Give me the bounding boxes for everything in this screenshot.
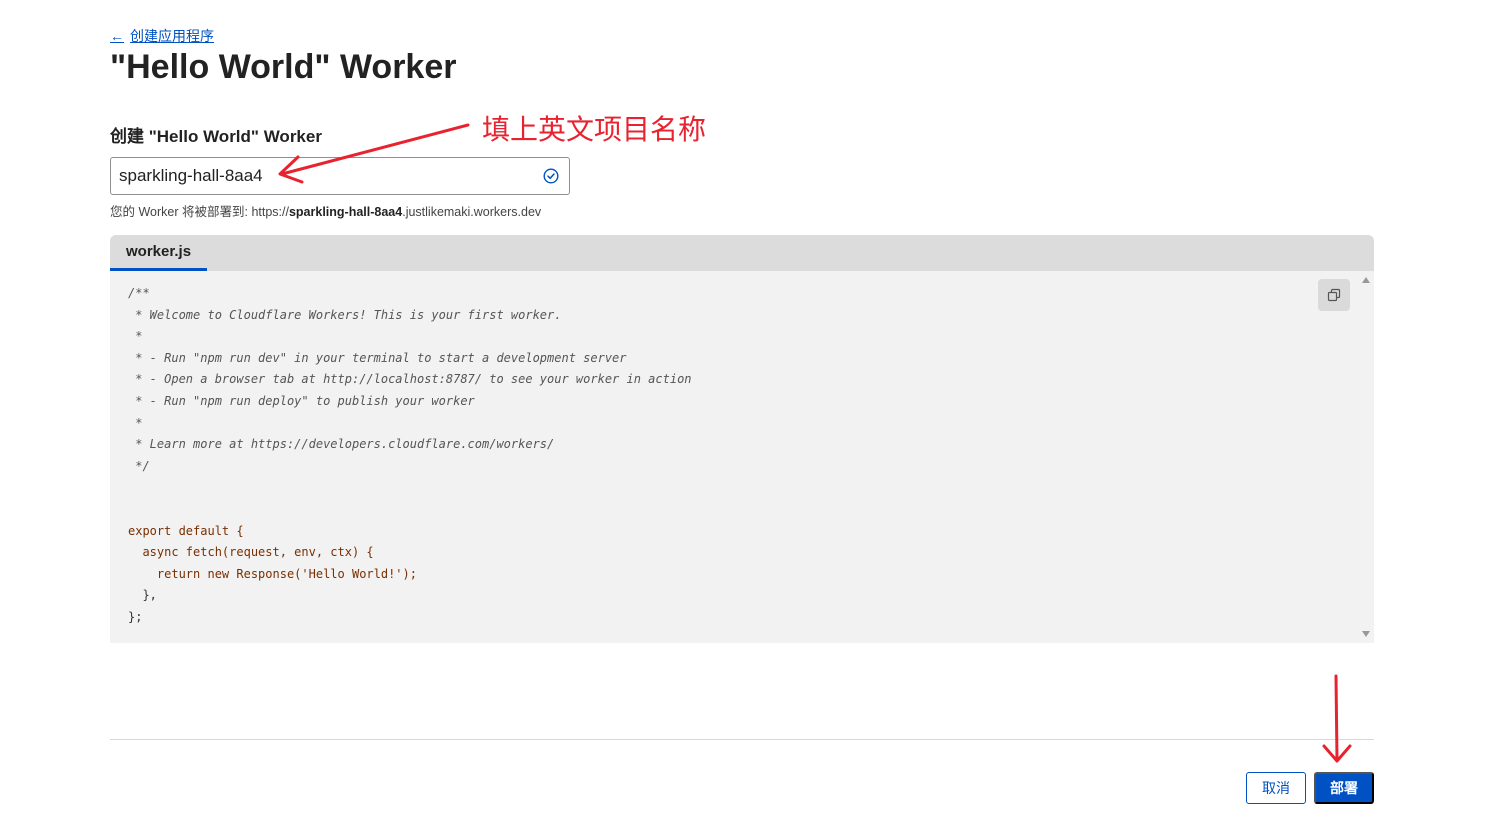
- copy-code-button[interactable]: [1318, 279, 1350, 311]
- code-line: * - Open a browser tab at http://localho…: [128, 372, 692, 387]
- code-line: /**: [128, 286, 150, 300]
- code-line: * - Run "npm run dev" in your terminal t…: [128, 350, 627, 365]
- code-editor: worker.js /** * Welcome to Cloudflare Wo…: [110, 235, 1374, 643]
- code-line: *: [128, 329, 143, 344]
- deploy-url-prefix: 您的 Worker 将被部署到: https://: [110, 205, 289, 219]
- cancel-button[interactable]: 取消: [1246, 772, 1306, 804]
- code-line: },: [128, 588, 157, 603]
- divider: [110, 739, 1374, 740]
- code-line: };: [128, 609, 143, 624]
- worker-name-field[interactable]: [110, 157, 570, 195]
- deploy-url-hint: 您的 Worker 将被部署到: https://sparkling-hall-…: [110, 201, 541, 220]
- section-label: 创建 "Hello World" Worker: [110, 127, 322, 146]
- copy-icon: [1327, 288, 1341, 302]
- deploy-button[interactable]: 部署: [1314, 772, 1374, 804]
- code-line: async fetch(request, env, ctx) {: [128, 545, 374, 560]
- arrow-left-icon: ←: [110, 28, 124, 44]
- back-link[interactable]: ← 创建应用程序: [110, 26, 214, 46]
- worker-name-input[interactable]: [111, 158, 533, 194]
- check-circle-icon: [533, 168, 569, 184]
- scroll-down-arrow[interactable]: [1362, 631, 1370, 637]
- page-title: "Hello World" Worker: [110, 48, 457, 86]
- annotation-arrow-to-deploy: [1322, 674, 1352, 763]
- code-line: * - Run "npm run deploy" to publish your…: [128, 393, 475, 408]
- deploy-url-name: sparkling-hall-8aa4: [288, 205, 403, 219]
- code-content[interactable]: /** * Welcome to Cloudflare Workers! Thi…: [128, 283, 692, 629]
- scroll-up-arrow[interactable]: [1362, 277, 1370, 283]
- code-line: * Welcome to Cloudflare Workers! This is…: [128, 307, 562, 322]
- annotation-text: 填上英文项目名称: [482, 113, 707, 146]
- code-line: */: [128, 458, 150, 473]
- back-link-label: 创建应用程序: [130, 28, 214, 44]
- code-line: * Learn more at https://developers.cloud…: [128, 437, 555, 452]
- tab-worker-js[interactable]: worker.js: [110, 235, 208, 271]
- code-line: *: [128, 415, 143, 430]
- deploy-url-suffix: .justlikemaki.workers.dev: [402, 205, 542, 219]
- code-line: return new Response('Hello World!');: [128, 566, 417, 581]
- code-line: export default {: [128, 523, 244, 538]
- editor-tab-bar: worker.js: [110, 235, 1374, 271]
